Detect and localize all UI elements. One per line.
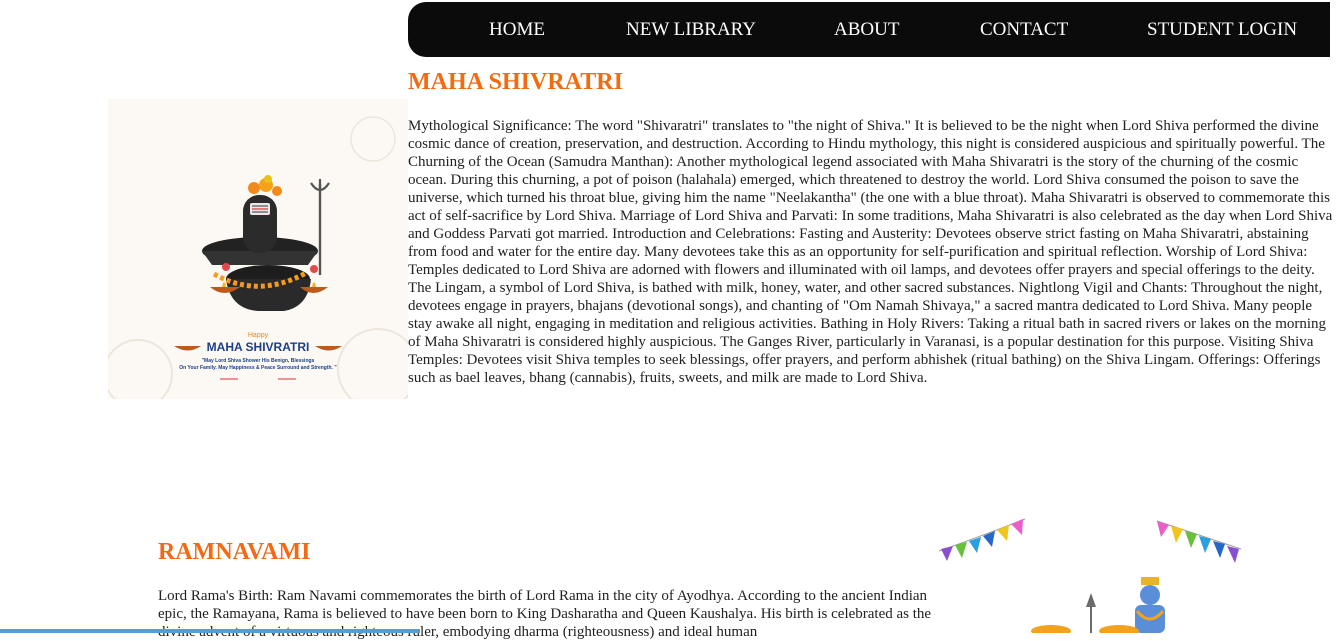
nav-new-library[interactable]: NEW LIBRARY [626,2,756,57]
ramnavami-image [939,515,1241,633]
horizontal-scrollbar[interactable] [0,629,420,633]
image-caption-title: MAHA SHIVRATRI [207,340,310,354]
nav-contact[interactable]: CONTACT [980,2,1068,57]
main-navbar: HOME NEW LIBRARY ABOUT CONTACT STUDENT L… [408,2,1330,57]
nav-student-login[interactable]: STUDENT LOGIN [1147,2,1297,57]
nav-about[interactable]: ABOUT [834,2,899,57]
image-caption-happy: Happy [248,332,269,339]
maha-shivratri-image: Happy MAHA SHIVRATRI "May Lord Shiva Sho… [108,99,408,399]
image-caption-line-1: "May Lord Shiva Shower His Benign, Bless… [202,358,315,364]
image-caption-line-2: On Your Family. May Happiness & Peace Su… [179,365,337,371]
section-title-ramnavami: RAMNAVAMI [158,539,311,565]
section-title-maha-shivratri: MAHA SHIVRATRI [408,69,623,95]
nav-home[interactable]: HOME [489,2,545,57]
maha-shivratri-paragraph: Mythological Significance: The word "Shi… [408,118,1333,386]
